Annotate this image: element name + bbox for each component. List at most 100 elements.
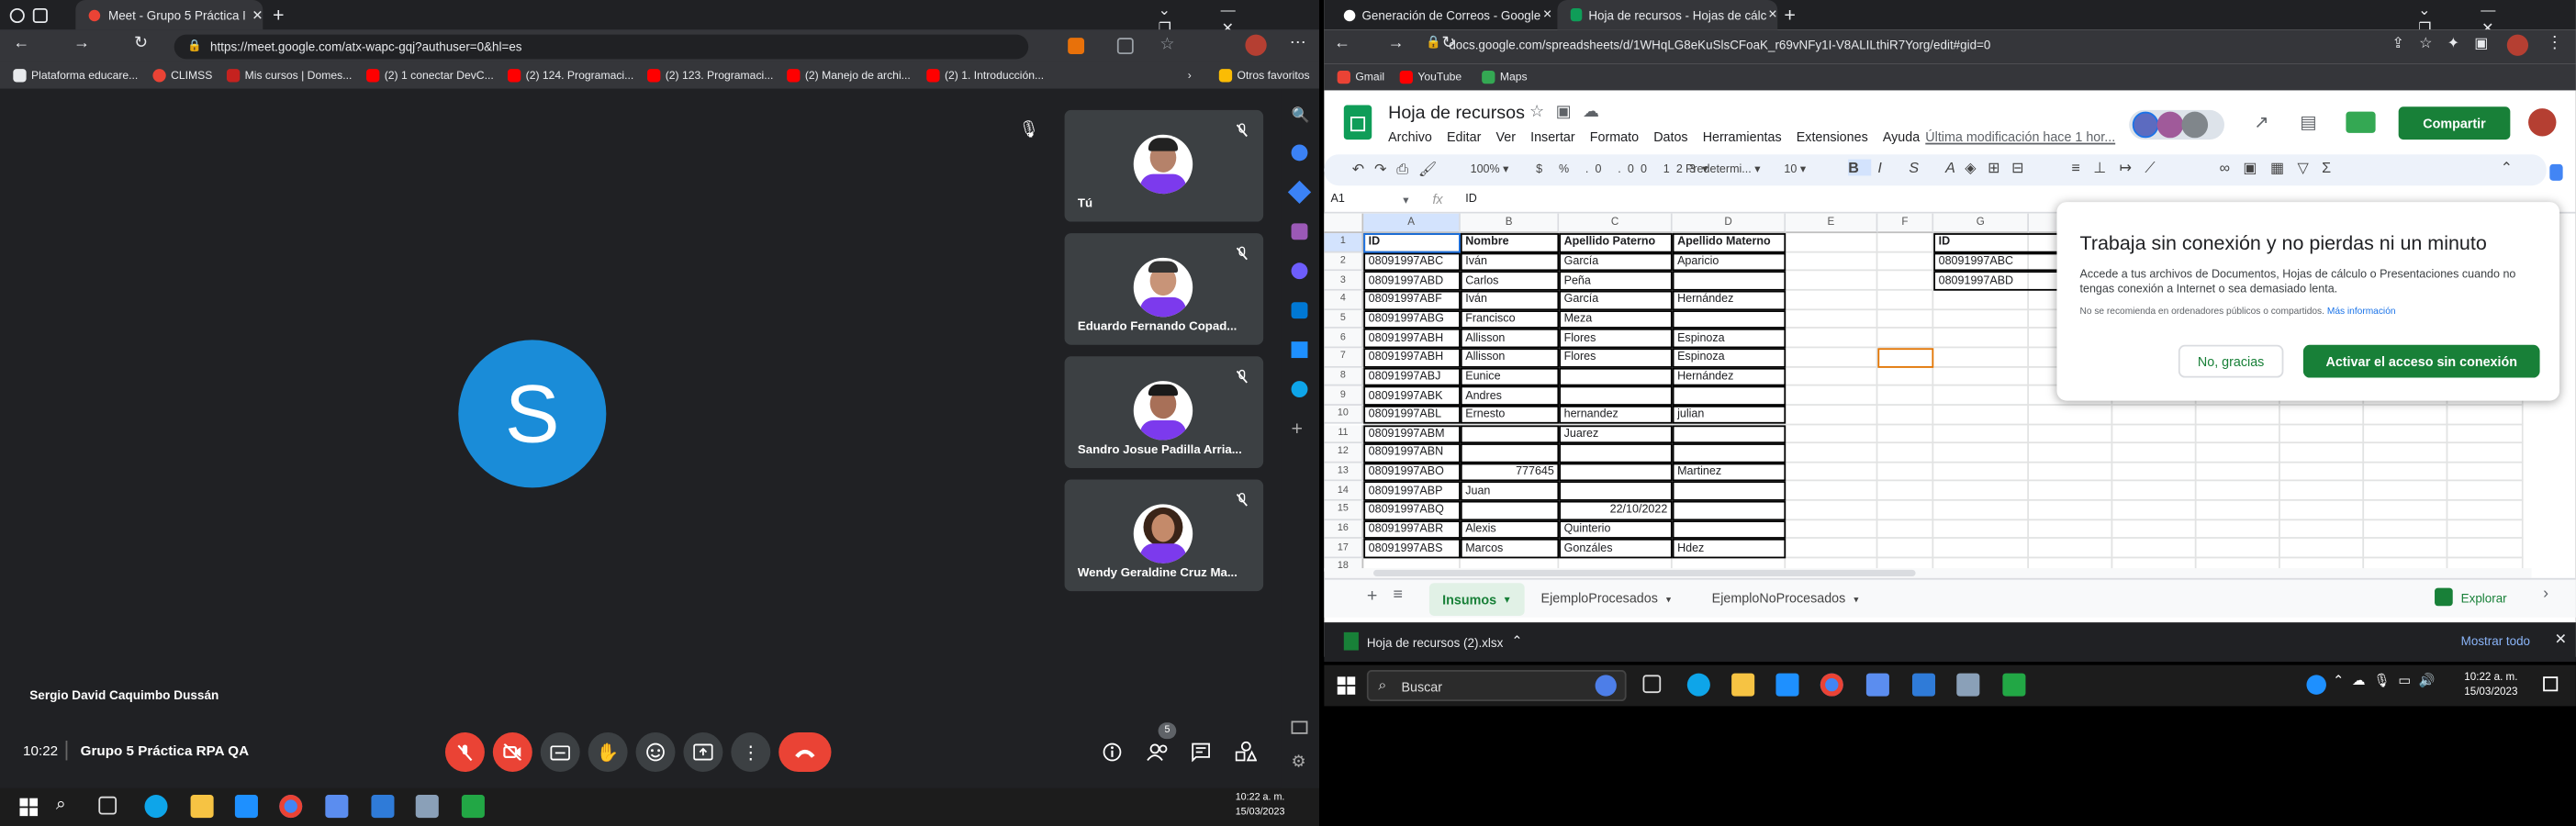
table-cell[interactable] <box>1460 443 1560 463</box>
font-select[interactable]: Predetermi... ▾ <box>1686 162 1761 176</box>
row-header[interactable]: 17 <box>1324 539 1364 559</box>
undo-redo-print-paint[interactable]: ↶↷⎙🖌 <box>1352 161 1447 179</box>
table-cell[interactable] <box>1559 385 1673 406</box>
row-header[interactable]: 9 <box>1324 385 1364 406</box>
info-icon[interactable] <box>1103 742 1122 762</box>
table-cell[interactable] <box>1672 500 1786 520</box>
mail-icon[interactable] <box>234 795 258 819</box>
column-header[interactable]: F <box>1877 213 1934 234</box>
sheet-tab-ejemploprocesados[interactable]: EjemploProcesados ▾ <box>1541 591 1672 606</box>
table-cell[interactable]: Juarez <box>1559 424 1673 444</box>
close-tab-icon[interactable]: ✕ <box>252 7 263 22</box>
task-view-icon[interactable] <box>98 796 118 815</box>
formula-input[interactable]: ID <box>1465 194 1477 206</box>
close-tab-icon[interactable]: ✕ <box>1768 8 1778 22</box>
table-cell[interactable] <box>1672 271 1786 291</box>
bookmark-item[interactable]: (2) Manejo de archi... <box>787 62 911 89</box>
close-icon[interactable]: ✕ <box>2555 631 2568 649</box>
tray-clock[interactable]: 10:22 a. m. 15/03/2023 <box>2464 670 2517 699</box>
tray-icons[interactable]: ⌃☁🎙▭🔊 <box>2333 674 2444 688</box>
table-cell[interactable] <box>1672 309 1786 329</box>
app-icon[interactable] <box>371 795 395 819</box>
windows-start-icon[interactable] <box>19 798 39 817</box>
chrome-profile-icon[interactable] <box>9 7 25 24</box>
table-cell[interactable]: Francisco <box>1460 309 1560 329</box>
new-tab-button[interactable]: + <box>1784 4 1796 27</box>
table-cell[interactable]: 08091997ABM <box>1363 424 1461 444</box>
table-cell[interactable] <box>1672 443 1786 463</box>
comments-icon[interactable]: ▤ <box>2300 112 2317 132</box>
chevron-up-icon[interactable]: ⌃ <box>1511 634 1522 649</box>
sheets-logo-icon[interactable] <box>1343 105 1372 140</box>
column-header[interactable]: D <box>1672 213 1786 234</box>
table-cell[interactable]: Hdez <box>1672 539 1786 559</box>
table-cell[interactable]: 08091997ABD <box>1933 271 2059 291</box>
chat-icon[interactable] <box>1191 742 1210 763</box>
row-header[interactable]: 4 <box>1324 290 1364 310</box>
column-header[interactable]: G <box>1933 213 2030 234</box>
download-filename[interactable]: Hoja de recursos (2).xlsx <box>1367 635 1503 650</box>
menu-formato[interactable]: Formato <box>1590 129 1639 144</box>
link-comment-chart-filter-buttons[interactable]: ∞▣▦▽Σ <box>2220 160 2345 178</box>
menu-editar[interactable]: Editar <box>1447 129 1481 144</box>
bookmark-item[interactable]: (2) 1. Introducción... <box>926 62 1044 89</box>
table-cell[interactable] <box>1672 519 1786 540</box>
menu-ayuda[interactable]: Ayuda <box>1883 129 1920 144</box>
sheet-tab-insumos[interactable]: Insumos ▾ <box>1428 583 1525 616</box>
table-cell[interactable]: Allisson <box>1460 348 1560 367</box>
chrome-icon[interactable] <box>1820 673 1843 697</box>
participant-tile[interactable]: Sandro Josue Padilla Arria... <box>1064 356 1264 468</box>
row-header[interactable]: 6 <box>1324 329 1364 349</box>
app-icon[interactable] <box>1865 673 1889 697</box>
tools-icon[interactable] <box>1291 223 1308 240</box>
table-cell[interactable]: García <box>1559 251 1673 272</box>
bookmark-item[interactable]: CLIMSS <box>152 62 212 89</box>
search-icon[interactable]: ⌕ <box>56 795 66 816</box>
activity-icon[interactable]: ↗ <box>2254 112 2268 132</box>
profile-avatar[interactable] <box>1245 34 1267 56</box>
read-aloud-icon[interactable] <box>1116 38 1134 55</box>
menu-archivo[interactable]: Archivo <box>1388 129 1432 144</box>
horizontal-scrollbar[interactable] <box>1324 568 2532 578</box>
share-button[interactable]: Compartir <box>2398 106 2511 140</box>
header-cell[interactable]: Apellido Materno <box>1672 233 1786 252</box>
folder-icon[interactable] <box>190 795 214 819</box>
edge-icon[interactable] <box>144 795 168 819</box>
all-sheets-button[interactable]: ≡ <box>1393 586 1402 605</box>
table-cell[interactable] <box>1460 424 1560 444</box>
explore-label[interactable]: Explorar <box>2461 591 2507 606</box>
table-cell[interactable]: 08091997ABH <box>1363 348 1461 367</box>
url-field[interactable]: 🔒 https://meet.google.com/atx-wapc-gqj?a… <box>174 34 1029 60</box>
row-header[interactable]: 12 <box>1324 443 1364 463</box>
menu-ver[interactable]: Ver <box>1496 129 1517 144</box>
bookmark-item[interactable]: (2) 124. Programaci... <box>507 62 633 89</box>
more-info-link[interactable]: Más información <box>2327 307 2396 318</box>
people-icon[interactable] <box>1147 742 1170 762</box>
close-tab-icon[interactable]: ✕ <box>1542 8 1552 22</box>
fill-border-merge-buttons[interactable]: ◈⊞⊟ <box>1965 160 2035 178</box>
zoom-select[interactable]: 100% ▾ <box>1471 162 1509 176</box>
explore-icon[interactable] <box>2435 587 2453 607</box>
table-cell[interactable]: julian <box>1672 405 1786 425</box>
no-thanks-button[interactable]: No, gracias <box>2178 344 2284 378</box>
leave-call-button[interactable] <box>778 732 832 772</box>
meet-present-icon[interactable] <box>2346 111 2376 133</box>
camera-toggle-button[interactable] <box>492 732 532 772</box>
table-cell[interactable] <box>1672 385 1786 406</box>
bookmark-maps[interactable]: Maps <box>1482 64 1528 91</box>
app-icon[interactable] <box>1956 673 1980 697</box>
row-header[interactable]: 13 <box>1324 463 1364 483</box>
table-cell[interactable]: Ernesto <box>1460 405 1560 425</box>
app-icon[interactable] <box>461 795 485 819</box>
row-header[interactable]: 15 <box>1324 500 1364 520</box>
app-icon[interactable] <box>1911 673 1936 697</box>
bookmark-item[interactable]: Mis cursos | Domes... <box>226 62 352 89</box>
table-cell[interactable]: 08091997ABS <box>1363 539 1461 559</box>
table-cell[interactable]: Andres <box>1460 385 1560 406</box>
outlook-icon[interactable] <box>1291 341 1308 359</box>
raise-hand-button[interactable]: ✋ <box>588 732 628 772</box>
table-cell[interactable]: Carlos <box>1460 271 1560 291</box>
select-all-corner[interactable] <box>1324 213 1364 234</box>
enable-offline-button[interactable]: Activar el acceso sin conexión <box>2302 344 2540 378</box>
table-cell[interactable]: Allisson <box>1460 329 1560 349</box>
